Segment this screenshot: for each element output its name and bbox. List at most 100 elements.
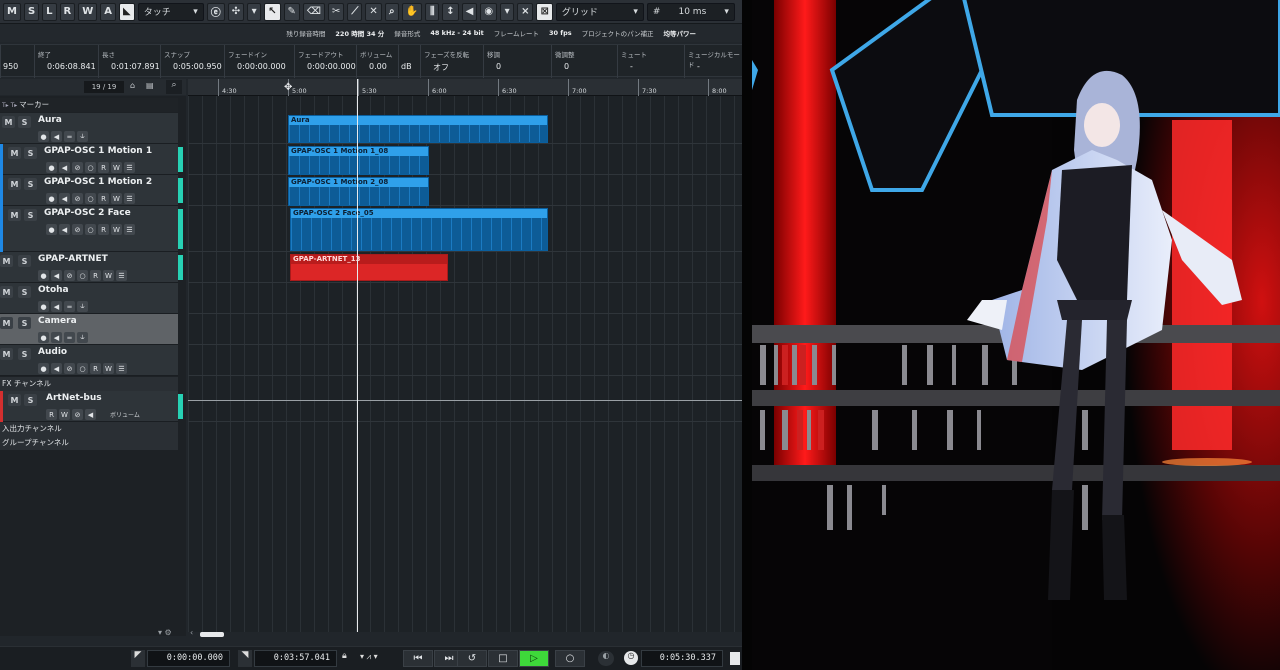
track-control-icon[interactable]: ◀	[51, 363, 62, 374]
track-control-icon[interactable]: ☰	[116, 270, 127, 281]
track-control-icon[interactable]: ●	[38, 270, 49, 281]
track-control-icon[interactable]: ○	[85, 162, 96, 173]
event-clip[interactable]: GPAP-OSC 2 Face_05	[290, 208, 548, 251]
track-solo-button[interactable]: S	[18, 116, 31, 128]
info-field-2[interactable]: 長さ 0:01:07.891	[98, 45, 160, 78]
track-mute-button[interactable]: M	[0, 255, 13, 267]
track-control-icon[interactable]: ○	[77, 363, 88, 374]
right-locator-icon[interactable]: ◥	[238, 650, 252, 667]
info-field-7[interactable]: dB	[398, 45, 420, 78]
track-control-icon[interactable]: ●	[38, 131, 49, 142]
horizontal-scrollbar[interactable]	[200, 632, 224, 637]
track-row[interactable]: M S Aura ● ◀ ═ ⫝	[0, 113, 178, 144]
info-field-4[interactable]: フェードイン 0:00:00.000	[224, 45, 294, 78]
read-icon[interactable]: R	[46, 409, 57, 420]
search-icon[interactable]: ⌕	[166, 80, 182, 94]
dropdown-icon[interactable]: ▾	[247, 2, 262, 21]
zoom-tool-icon[interactable]: ⌕	[384, 2, 399, 21]
track-control-icon[interactable]: ═	[64, 131, 75, 142]
list-icon[interactable]: ▤	[146, 81, 154, 90]
track-control-icon[interactable]: ⊘	[64, 270, 75, 281]
track-row[interactable]: M S GPAP-ARTNET ● ◀ ⊘ ○ R W ☰	[0, 252, 178, 283]
info-field-value[interactable]: 0:01:07.891	[111, 62, 160, 71]
write-button[interactable]: W	[78, 2, 98, 21]
track-control-icon[interactable]: ◀	[51, 332, 62, 343]
info-field-value[interactable]: 0:00:00.000	[307, 62, 356, 71]
track-control-icon[interactable]: ⫝	[77, 332, 88, 343]
cycle-button[interactable]: ↺	[457, 650, 487, 667]
mute-all-button[interactable]: M	[3, 2, 21, 21]
track-control-icon[interactable]: ●	[38, 363, 49, 374]
read-button[interactable]: R	[59, 2, 76, 21]
play-button[interactable]: ▷	[519, 650, 549, 667]
event-clip[interactable]: GPAP-ARTNET_13	[290, 254, 448, 281]
erase-tool-icon[interactable]: ⌫	[302, 2, 326, 21]
track-control-icon[interactable]: ⊘	[72, 193, 83, 204]
track-control-icon[interactable]: W	[111, 224, 122, 235]
track-control-icon[interactable]: ⊘	[72, 162, 83, 173]
snap-on-icon[interactable]: ⨯	[517, 2, 534, 21]
info-field-value[interactable]: 0:05:00.950	[173, 62, 222, 71]
left-locator-icon[interactable]: ◤	[131, 650, 145, 667]
rec-format-value[interactable]: 48 kHz - 24 bit	[430, 29, 483, 37]
info-field-10[interactable]: 微調整 0	[551, 45, 617, 78]
info-field-11[interactable]: ミュート -	[617, 45, 684, 78]
info-field-1[interactable]: 終了 0:06:08.841	[34, 45, 98, 78]
automation-mode-select[interactable]: タッチ ▾	[137, 2, 204, 21]
track-mute-button[interactable]: M	[8, 394, 21, 406]
track-control-icon[interactable]: ☰	[124, 193, 135, 204]
track-lane[interactable]	[188, 314, 742, 345]
left-locator-time[interactable]: 0:00:00.000	[147, 650, 230, 667]
info-field-value[interactable]: 0:06:08.841	[47, 62, 96, 71]
track-mute-button[interactable]: M	[0, 317, 13, 329]
color-tool-icon[interactable]: ◉	[480, 2, 498, 21]
track-lane[interactable]	[188, 175, 742, 206]
play-tool-icon[interactable]: ◀	[461, 2, 478, 21]
auto-scroll-icon[interactable]: ⓔ	[206, 2, 225, 21]
hand-tool-icon[interactable]: ✋	[401, 2, 423, 21]
track-control-icon[interactable]: ●	[38, 301, 49, 312]
track-control-icon[interactable]: ●	[46, 193, 57, 204]
time-warp-icon[interactable]: ⫼	[425, 2, 440, 21]
info-field-6[interactable]: ボリューム 0.00	[356, 45, 398, 78]
track-row[interactable]: M S Camera ● ◀ ═ ⫝	[0, 314, 178, 345]
track-row[interactable]: M S Otoha ● ◀ ═ ⫝	[0, 283, 178, 314]
track-control-icon[interactable]: ◀	[51, 301, 62, 312]
track-control-icon[interactable]: ☰	[124, 162, 135, 173]
track-mute-button[interactable]: M	[0, 286, 13, 298]
track-control-icon[interactable]: ◀	[59, 193, 70, 204]
metronome-icon[interactable]	[730, 652, 740, 665]
group-channel-folder[interactable]: グループチャンネル	[0, 436, 178, 450]
track-control-icon[interactable]: ◀	[59, 162, 70, 173]
info-field-8[interactable]: フェーズを反転 オフ	[420, 45, 483, 78]
track-control-icon[interactable]: ⊘	[64, 363, 75, 374]
info-field-3[interactable]: スナップ 0:05:00.950	[160, 45, 224, 78]
artnet-bus-track[interactable]: M S ArtNet-bus R W ⊘ ◀ ボリューム	[0, 391, 178, 422]
right-locator-time[interactable]: 0:03:57.041	[254, 650, 337, 667]
track-control-icon[interactable]: R	[98, 162, 109, 173]
track-control-icon[interactable]: W	[111, 193, 122, 204]
track-row[interactable]: M S Audio ● ◀ ⊘ ○ R W ☰	[0, 345, 178, 376]
track-control-icon[interactable]: ○	[85, 224, 96, 235]
playhead-cursor[interactable]	[357, 79, 358, 632]
glue-tool-icon[interactable]: ⟋	[347, 2, 363, 21]
info-field-value[interactable]: 0	[564, 62, 569, 71]
track-control-icon[interactable]: R	[90, 270, 101, 281]
track-control-icon[interactable]: R	[98, 193, 109, 204]
info-field-9[interactable]: 移調 0	[483, 45, 551, 78]
track-mute-button[interactable]: M	[8, 178, 21, 190]
track-mute-button[interactable]: M	[8, 147, 21, 159]
inserts-icon[interactable]: ◀	[85, 409, 96, 420]
track-control-icon[interactable]: W	[103, 363, 114, 374]
record-button[interactable]: ○	[555, 650, 585, 667]
position-time[interactable]: 0:05:30.337	[641, 650, 723, 667]
track-solo-button[interactable]: S	[24, 209, 37, 221]
track-mute-button[interactable]: M	[8, 209, 21, 221]
track-lane[interactable]	[188, 252, 742, 283]
go-to-start-button[interactable]: ⏮	[403, 650, 433, 667]
track-mute-button[interactable]: M	[0, 348, 13, 360]
info-field-value[interactable]: 0	[496, 62, 501, 71]
info-field-value[interactable]: 0.00	[369, 62, 387, 71]
edit-icon[interactable]: ⊘	[72, 409, 83, 420]
sync-icon[interactable]: ◐	[598, 651, 614, 666]
